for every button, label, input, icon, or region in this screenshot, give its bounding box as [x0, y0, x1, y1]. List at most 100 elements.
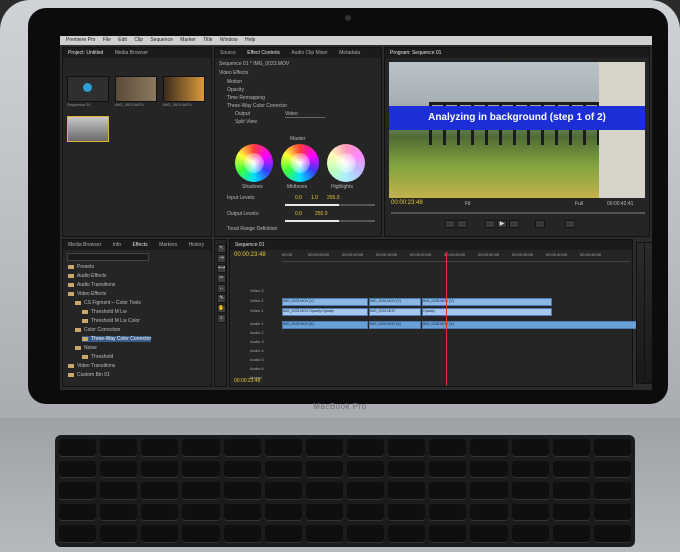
shadows-wheel[interactable]	[235, 144, 273, 182]
ripple-edit-tool-icon[interactable]: ⟷	[217, 264, 226, 273]
clip-v2-3[interactable]: IMG_0025.MOV [V]	[422, 298, 552, 306]
track-header[interactable]: Audio 4	[250, 348, 264, 353]
tab-media-browser[interactable]: Media Browser	[115, 50, 148, 56]
zoom-tool-icon[interactable]: ⌕	[217, 314, 226, 323]
tab-info[interactable]: Info	[113, 242, 121, 248]
tab-history[interactable]: History	[189, 242, 205, 248]
menu-sequence[interactable]: Sequence	[150, 37, 173, 43]
slip-tool-icon[interactable]: ↔	[217, 284, 226, 293]
effects-tree-item[interactable]: Color Correction	[75, 327, 120, 333]
tab-program[interactable]: Program: Sequence 01	[390, 50, 441, 56]
keyboard-key	[100, 460, 138, 479]
effects-tree-item[interactable]: Three-Way Color Corrector	[82, 336, 152, 342]
menu-file[interactable]: File	[103, 37, 111, 43]
clip-v1-1[interactable]: IMG_0023.MOV Opacity:Opacity	[282, 308, 368, 316]
tab-metadata[interactable]: Metadata	[339, 50, 360, 56]
play-button[interactable]: ▶	[497, 220, 507, 228]
input-gray[interactable]: 1.0	[311, 195, 318, 201]
razor-tool-icon[interactable]: ✂	[217, 274, 226, 283]
timeline-timecode[interactable]: 00:00:23:48	[234, 252, 266, 258]
output-select[interactable]: Video	[285, 111, 325, 118]
step-forward-button[interactable]	[509, 220, 519, 228]
split-view[interactable]: Split View	[235, 119, 257, 125]
clip-thumb-2[interactable]	[163, 76, 205, 102]
effects-tree-item[interactable]: CS Figment – Color Tools	[75, 300, 141, 306]
clip-v2-1[interactable]: IMG_0023.MOV [V]	[282, 298, 368, 306]
tab-project[interactable]: Project: Untitled	[68, 50, 103, 56]
clip-thumb-3[interactable]	[67, 116, 109, 142]
track-select-tool-icon[interactable]: ⇥	[217, 254, 226, 263]
program-timecode[interactable]: 00:00:23:48	[391, 200, 423, 206]
track-header[interactable]: Audio 5	[250, 357, 264, 362]
selection-tool-icon[interactable]: ↖	[217, 244, 226, 253]
effects-tree-item[interactable]: Audio Effects	[68, 273, 106, 279]
clip-a1-2[interactable]: IMG_0024.MOV [A]	[369, 321, 421, 329]
clip-v1-2[interactable]: IMG_0024.MOV	[369, 308, 421, 316]
clip-v1-3[interactable]: Opacity	[422, 308, 552, 316]
track-header[interactable]: Video 3	[250, 288, 264, 293]
output-white[interactable]: 255.0	[315, 211, 328, 217]
resolution-select[interactable]: Full	[575, 201, 583, 207]
menu-edit[interactable]: Edit	[118, 37, 127, 43]
track-header[interactable]: Video 1	[250, 308, 264, 313]
effects-tree-item[interactable]: Threshold M Lw Color	[82, 318, 140, 324]
effects-tree-item[interactable]: Video Transitions	[68, 363, 115, 369]
hand-tool-icon[interactable]: ✋	[217, 304, 226, 313]
tab-effects[interactable]: Effects	[132, 242, 147, 248]
effects-tree-item[interactable]: Audio Transitions	[68, 282, 115, 288]
menu-clip[interactable]: Clip	[134, 37, 143, 43]
effects-tree-item[interactable]: Threshold	[82, 354, 113, 360]
menu-window[interactable]: Window	[220, 37, 238, 43]
export-frame-button[interactable]	[565, 220, 575, 228]
clip-a1-1[interactable]: IMG_0023.MOV [A]	[282, 321, 368, 329]
effect-three-way-cc[interactable]: Three-Way Color Corrector	[227, 103, 287, 109]
track-header[interactable]: Audio 1	[250, 321, 264, 326]
track-header[interactable]: Audio 2	[250, 330, 264, 335]
tab-markers[interactable]: Markers	[159, 242, 177, 248]
track-header[interactable]: Audio 6	[250, 366, 264, 371]
menu-title[interactable]: Title	[203, 37, 212, 43]
playhead[interactable]	[446, 252, 447, 386]
mark-out-button[interactable]	[457, 220, 467, 228]
step-back-button[interactable]	[485, 220, 495, 228]
output-black[interactable]: 0.0	[295, 211, 302, 217]
effect-motion[interactable]: Motion	[227, 79, 242, 85]
clip-v2-2[interactable]: IMG_0024.MOV [V]	[369, 298, 421, 306]
effects-search-input[interactable]	[67, 253, 149, 261]
menu-marker[interactable]: Marker	[180, 37, 196, 43]
tab-audio-mixer[interactable]: Audio Clip Mixer	[291, 50, 327, 56]
audio-meter-right	[644, 242, 652, 384]
input-levels-slider[interactable]	[285, 204, 375, 206]
clip-thumb-1[interactable]	[115, 76, 157, 102]
clip-a1-3[interactable]: IMG_0025.MOV [A]	[422, 321, 640, 329]
effects-tree-item[interactable]: Noise	[75, 345, 97, 351]
effects-tree-item[interactable]: Video Effects	[68, 291, 106, 297]
keyboard-key	[59, 503, 97, 522]
effects-tree-item[interactable]: Presets	[68, 264, 94, 270]
highlights-wheel[interactable]	[327, 144, 365, 182]
output-levels-slider[interactable]	[285, 220, 375, 222]
pen-tool-icon[interactable]: ✎	[217, 294, 226, 303]
mark-in-button[interactable]	[445, 220, 455, 228]
tab-media-browser-2[interactable]: Media Browser	[68, 242, 101, 248]
effects-tree-item[interactable]: Threshold M Lw	[82, 309, 127, 315]
menu-app[interactable]: Premiere Pro	[66, 37, 95, 43]
midtones-wheel[interactable]	[281, 144, 319, 182]
clip-thumb-sequence[interactable]	[67, 76, 109, 102]
track-header[interactable]: Video 2	[250, 298, 264, 303]
track-header[interactable]: Audio 3	[250, 339, 264, 344]
menu-help[interactable]: Help	[245, 37, 255, 43]
input-white[interactable]: 255.0	[327, 195, 340, 201]
effect-time-remapping[interactable]: Time Remapping	[227, 95, 265, 101]
fit-select[interactable]: Fit	[465, 201, 471, 207]
insert-button[interactable]	[535, 220, 545, 228]
input-black[interactable]: 0.0	[295, 195, 302, 201]
tab-effect-controls[interactable]: Effect Controls	[247, 50, 280, 56]
tonal-range[interactable]: Tonal Range Definition	[227, 226, 277, 232]
timeline-ruler[interactable]: 00:00 00:00:05:00 00:00:10:00 00:00:15:0…	[282, 252, 630, 262]
effects-tree-item[interactable]: Custom Bin 01	[68, 372, 110, 378]
scrub-bar[interactable]	[391, 212, 645, 214]
effect-opacity[interactable]: Opacity	[227, 87, 244, 93]
tab-sequence[interactable]: Sequence 01	[235, 242, 264, 248]
tab-source[interactable]: Source	[220, 50, 236, 56]
